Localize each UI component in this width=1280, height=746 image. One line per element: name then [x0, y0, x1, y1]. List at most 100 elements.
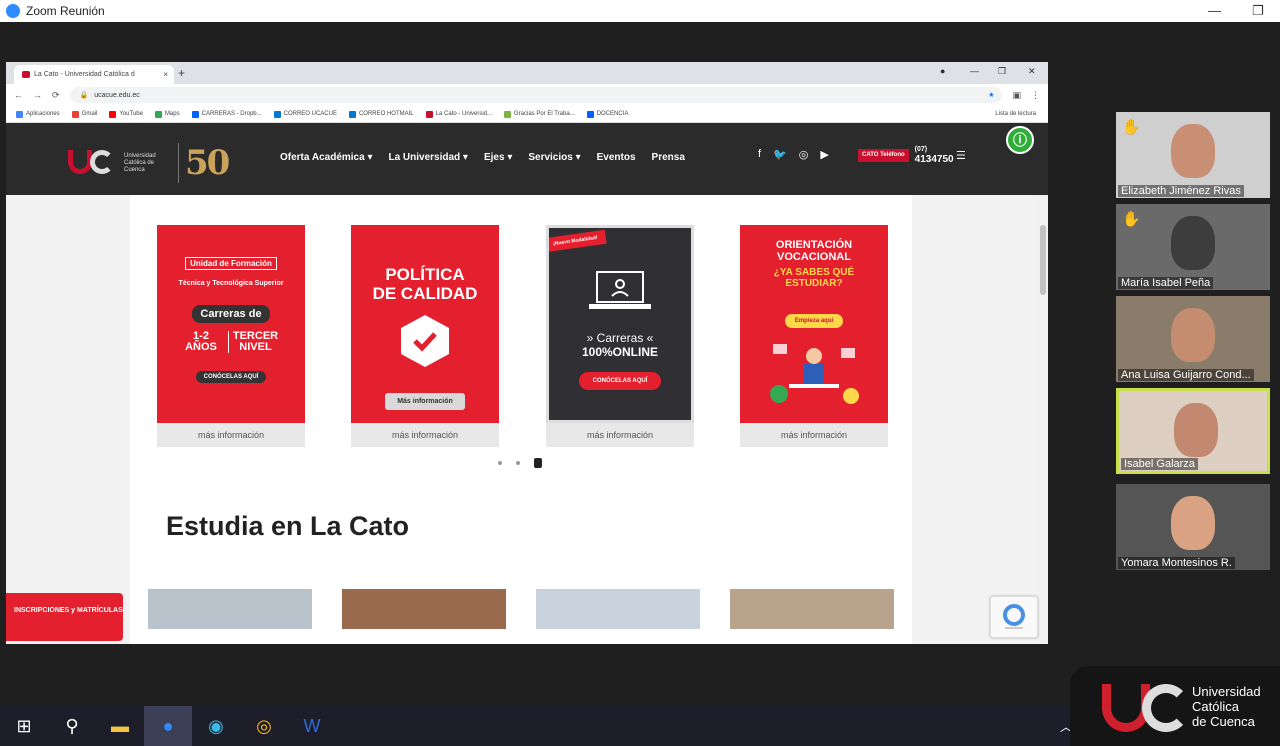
bookmark-icon — [154, 110, 162, 118]
bookmark-label: Gmail — [81, 111, 98, 117]
main-nav: Oferta Académica ▾ La Universidad ▾ Ejes… — [280, 152, 685, 163]
bookmark-item[interactable]: Aplicaciones — [16, 110, 60, 118]
favicon-icon — [22, 71, 30, 78]
bookmark-item[interactable]: DOCENCIA — [586, 110, 628, 118]
more-info-link[interactable]: más información — [351, 423, 499, 447]
accessibility-icon[interactable]: ⓘ — [1006, 126, 1034, 154]
website-viewport: Universidad Católica de Cuenca 50 Oferta… — [6, 123, 1048, 644]
student-illustration-icon — [770, 344, 859, 404]
carousel-dot-active[interactable] — [534, 458, 542, 468]
profile-icon[interactable]: ● — [940, 66, 945, 76]
bookmark-item[interactable]: CORREO UCACUE — [273, 110, 337, 118]
carousel-dot[interactable] — [516, 461, 520, 465]
promo-card-formacion[interactable]: Unidad de Formación Técnica y Tecnológic… — [157, 225, 305, 447]
twitter-icon[interactable]: 🐦 — [773, 148, 787, 161]
reading-list-button[interactable]: Lista de lectura — [995, 111, 1036, 117]
poster-title-line1: POLÍTICA — [385, 265, 465, 284]
nav-ejes[interactable]: Ejes ▾ — [484, 152, 512, 163]
bookmark-item[interactable]: La Cato - Universid... — [425, 110, 492, 118]
poster-years: 1-2 AÑOS — [185, 330, 217, 353]
search-icon[interactable]: ⚲ — [48, 706, 96, 746]
address-bar[interactable]: 🔒 ucacue.edu.ec ★ — [69, 87, 1003, 103]
phone-contact[interactable]: CATO Teléfono (07) 4134750 — [858, 145, 954, 165]
promo-card-politica-calidad[interactable]: POLÍTICA DE CALIDAD Más información más … — [351, 225, 499, 447]
more-info-link[interactable]: más información — [546, 423, 694, 447]
new-tab-button[interactable]: + — [178, 66, 185, 80]
promo-poster: ¡Nuevo Modalidad! » Carreras « 100%ONLIN… — [546, 225, 694, 423]
section-title: Estudia en La Cato — [166, 511, 410, 541]
nav-prensa[interactable]: Prensa — [652, 152, 685, 163]
inscripciones-button[interactable]: INSCRIPCIONES y MATRÍCULAS — [6, 593, 123, 641]
zoom-taskbar-icon[interactable]: ● — [144, 706, 192, 746]
bookmark-item[interactable]: CORREO HOTMAIL — [348, 110, 414, 118]
participant-tile[interactable]: ✋ Elizabeth Jiménez Rivas — [1116, 112, 1270, 198]
nav-servicios[interactable]: Servicios ▾ — [528, 152, 580, 163]
menu-icon[interactable]: ⋮ — [1031, 90, 1040, 101]
nav-eventos[interactable]: Eventos — [597, 152, 636, 163]
laptop-icon — [589, 271, 651, 309]
page-scrollbar[interactable] — [1038, 195, 1048, 644]
windows-start-icon[interactable]: ⊞ — [0, 706, 48, 746]
participant-name: Elizabeth Jiménez Rivas — [1118, 185, 1244, 197]
promo-card-carreras-online[interactable]: ¡Nuevo Modalidad! » Carreras « 100%ONLIN… — [546, 225, 694, 447]
browser-tab[interactable]: La Cato - Universidad Católica d × — [14, 65, 174, 84]
site-header: Universidad Católica de Cuenca 50 Oferta… — [6, 123, 1048, 195]
raised-hand-icon: ✋ — [1122, 211, 1141, 228]
uc-logo-icon — [68, 148, 118, 178]
participant-tile[interactable]: Ana Luisa Guijarro Cond... — [1116, 296, 1270, 382]
program-thumbnail[interactable] — [730, 589, 894, 629]
youtube-icon[interactable]: ▶ — [820, 148, 828, 161]
promo-card-orientacion[interactable]: ORIENTACIÓN VOCACIONAL ¿YA SABES QUÉ EST… — [740, 225, 888, 447]
program-thumbnail[interactable] — [536, 589, 700, 629]
file-explorer-icon[interactable]: ▬ — [96, 706, 144, 746]
chrome-icon[interactable]: ◎ — [240, 706, 288, 746]
participant-tile[interactable]: ✋ María Isabel Peña — [1116, 204, 1270, 290]
menu-toggle-icon[interactable]: ☰ — [956, 149, 966, 162]
poster-online: 100%ONLINE — [581, 345, 659, 359]
reload-icon[interactable]: ⟳ — [52, 90, 60, 101]
browser-minimize-icon[interactable]: — — [970, 66, 979, 76]
forward-icon[interactable]: → — [33, 90, 42, 100]
edge-icon[interactable]: ◉ — [192, 706, 240, 746]
scrollbar-thumb[interactable] — [1040, 225, 1046, 295]
bookmark-item[interactable]: Maps — [154, 110, 180, 118]
more-info-link[interactable]: más información — [157, 423, 305, 447]
browser-toolbar: ← → ⟳ 🔒 ucacue.edu.ec ★ ▣ ⋮ — [6, 84, 1048, 106]
bookmark-item[interactable]: Gracias Por El Traba... — [504, 110, 575, 118]
participant-tile[interactable]: Yomara Montesinos R. — [1116, 484, 1270, 570]
site-logo[interactable]: Universidad Católica de Cuenca 50 — [68, 143, 230, 183]
phone-badge: CATO Teléfono — [858, 148, 909, 162]
nav-la-universidad[interactable]: La Universidad ▾ — [388, 152, 468, 163]
bookmark-item[interactable]: Gmail — [71, 110, 98, 118]
bookmark-star-icon[interactable]: ★ — [988, 91, 994, 99]
bookmark-icon — [348, 110, 356, 118]
back-icon[interactable]: ← — [14, 90, 23, 100]
participant-video — [1174, 403, 1218, 457]
recaptcha-badge[interactable] — [990, 596, 1038, 638]
word-icon[interactable]: W — [288, 706, 336, 746]
participant-video — [1171, 496, 1215, 550]
more-info-link[interactable]: más información — [740, 423, 888, 447]
social-links: f 🐦 ◎ ▶ — [758, 148, 829, 161]
tab-close-icon[interactable]: × — [163, 70, 168, 79]
program-thumbnail[interactable] — [148, 589, 312, 629]
restore-button[interactable]: ❐ — [1252, 3, 1264, 19]
instagram-icon[interactable]: ◎ — [799, 148, 809, 161]
carousel-dot[interactable] — [498, 461, 502, 465]
participant-tile[interactable]: Isabel Galarza — [1116, 388, 1270, 474]
participant-video — [1171, 216, 1215, 270]
nav-oferta-academica[interactable]: Oferta Académica ▾ — [280, 152, 372, 163]
tab-title: La Cato - Universidad Católica d — [34, 71, 135, 78]
minimize-button[interactable]: — — [1208, 3, 1221, 18]
bookmark-label: CORREO UCACUE — [283, 111, 337, 117]
browser-restore-icon[interactable]: ❐ — [998, 66, 1006, 77]
bookmark-icon — [586, 110, 594, 118]
extension-icon[interactable]: ▣ — [1012, 90, 1021, 101]
browser-close-icon[interactable]: ✕ — [1028, 66, 1036, 77]
logo-name: Universidad Católica de Cuenca — [124, 152, 156, 173]
program-thumbnail[interactable] — [342, 589, 506, 629]
facebook-icon[interactable]: f — [758, 148, 761, 161]
bookmark-label: Gracias Por El Traba... — [514, 111, 575, 117]
bookmark-item[interactable]: CARRERAS - Dropb... — [191, 110, 262, 118]
bookmark-item[interactable]: YouTube — [109, 110, 143, 118]
